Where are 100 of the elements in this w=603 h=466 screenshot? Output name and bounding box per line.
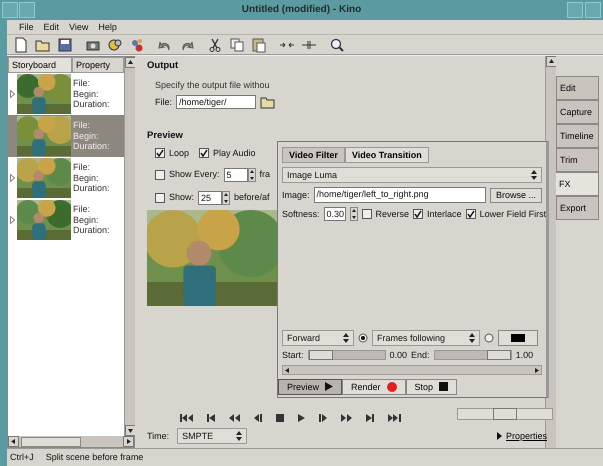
field-label: Image: — [282, 190, 310, 201]
scroll-right-button[interactable] — [123, 436, 134, 447]
time-format-dropdown[interactable]: SMPTE — [177, 428, 248, 444]
side-tab[interactable]: Export — [556, 196, 599, 220]
spin-arrows-icon[interactable] — [248, 168, 256, 182]
clip-label: Duration: — [73, 183, 110, 194]
checkbox-label: Show Every: — [169, 169, 220, 180]
slider-thumb[interactable] — [486, 350, 511, 360]
step-forward-icon[interactable] — [318, 413, 328, 423]
description-text: Specify the output file withou — [155, 80, 271, 90]
scroll-up-button[interactable] — [125, 57, 136, 68]
scroll-down-button[interactable] — [125, 425, 136, 436]
paste-icon[interactable] — [251, 36, 267, 52]
cut-icon[interactable] — [207, 36, 223, 52]
checkbox[interactable] — [466, 209, 476, 220]
softness-field[interactable]: 0.30 — [324, 207, 346, 222]
checkbox-label: Show: — [169, 192, 194, 203]
column-header-tab[interactable]: Storyboard — [8, 57, 72, 73]
play-icon[interactable] — [297, 413, 306, 423]
checkbox[interactable] — [155, 170, 165, 180]
tab[interactable]: Video Filter — [282, 147, 345, 164]
record-icon — [386, 382, 397, 392]
properties-expander[interactable]: Properties — [496, 430, 547, 442]
expander-icon[interactable] — [10, 174, 15, 182]
browse-button[interactable]: Browse ... — [490, 188, 542, 203]
scroll-left-button[interactable] — [8, 436, 19, 447]
side-tab[interactable]: Trim — [556, 148, 599, 172]
clip-label: Duration: — [73, 99, 110, 110]
menu-item[interactable]: File — [19, 22, 34, 32]
field-label: Softness: — [282, 209, 320, 220]
copy-icon[interactable] — [229, 36, 245, 52]
clip-label: File: — [73, 204, 92, 215]
stop-icon[interactable] — [275, 413, 285, 423]
column-header-tab[interactable]: Property — [72, 57, 124, 73]
scroll-up-button[interactable] — [546, 56, 557, 67]
field-label: File: — [155, 97, 172, 108]
stop-icon — [439, 382, 448, 392]
checkbox[interactable] — [155, 192, 165, 203]
field-label: Start: — [282, 350, 304, 361]
menu-item[interactable]: Help — [98, 22, 117, 32]
spin-field[interactable]: 5 — [224, 168, 248, 182]
fast-forward-icon[interactable] — [340, 413, 353, 423]
status-message: Split scene before frame — [46, 452, 144, 463]
menu-item[interactable]: Edit — [44, 22, 60, 32]
side-tab[interactable]: FX — [556, 172, 599, 196]
color-button[interactable] — [498, 330, 538, 346]
file-field[interactable]: /home/tiger/ — [176, 95, 256, 110]
side-tab[interactable]: Edit — [556, 76, 599, 100]
spin-arrows-icon[interactable] — [350, 207, 358, 222]
radio-button[interactable] — [358, 333, 368, 344]
checkbox-label: Lower Field First — [480, 209, 546, 220]
slider-thumb[interactable] — [308, 350, 333, 360]
clip-label: File: — [73, 162, 92, 173]
transition-dropdown[interactable]: Image Luma — [282, 167, 542, 184]
next-scene-icon[interactable] — [365, 413, 375, 423]
position-slider-thumb[interactable] — [493, 408, 517, 420]
checkbox[interactable] — [413, 209, 424, 220]
previous-scene-icon[interactable] — [206, 413, 216, 423]
checkbox-label: Reverse — [376, 209, 410, 220]
expander-icon[interactable] — [10, 90, 15, 98]
scroll-right-button[interactable] — [532, 366, 541, 375]
expander-icon[interactable] — [10, 216, 15, 224]
save-icon[interactable] — [57, 36, 73, 52]
section-heading: Preview — [147, 131, 184, 142]
dropdown-arrows-icon — [469, 333, 475, 344]
first-frame-icon[interactable] — [179, 413, 194, 423]
menu-item[interactable]: View — [69, 22, 88, 32]
open-folder-icon[interactable] — [260, 95, 276, 110]
direction-dropdown[interactable]: Forward — [282, 330, 354, 346]
last-frame-icon[interactable] — [387, 413, 402, 423]
tab[interactable]: Video Transition — [344, 147, 429, 164]
dropdown-arrows-icon — [531, 170, 537, 180]
action-button[interactable]: Stop — [406, 378, 458, 395]
step-back-icon[interactable] — [253, 413, 263, 423]
scroll-left-button[interactable] — [283, 366, 292, 375]
scrollbar-thumb[interactable] — [21, 436, 81, 446]
window-title: Untitled (modified) - Kino — [242, 4, 362, 16]
zoom-icon[interactable] — [329, 36, 345, 52]
checkbox[interactable] — [199, 148, 210, 158]
clip-label: File: — [73, 78, 92, 89]
side-tab[interactable]: Timeline — [556, 124, 599, 148]
clip-label: Begin: — [73, 214, 100, 226]
image-path-field[interactable]: /home/tiger/left_to_right.png — [314, 187, 486, 204]
frames-dropdown[interactable]: Frames following — [372, 330, 480, 346]
new-document-icon[interactable] — [13, 36, 29, 52]
side-tab[interactable]: Capture — [556, 100, 599, 124]
action-button[interactable]: Render — [342, 378, 406, 395]
spin-field[interactable]: 25 — [198, 190, 222, 205]
clip-label: Duration: — [73, 225, 110, 236]
checkbox[interactable] — [362, 209, 372, 220]
field-label: Time: — [147, 430, 170, 442]
action-button[interactable]: Preview — [278, 378, 342, 395]
slider-value: 0.00 — [390, 350, 408, 361]
clip-label: Begin: — [73, 172, 100, 184]
play-icon — [325, 382, 334, 392]
checkbox[interactable] — [155, 148, 165, 158]
rewind-icon[interactable] — [228, 413, 241, 423]
spin-arrows-icon[interactable] — [222, 190, 230, 205]
radio-button[interactable] — [484, 333, 494, 344]
slider-value: 1.00 — [516, 350, 534, 361]
